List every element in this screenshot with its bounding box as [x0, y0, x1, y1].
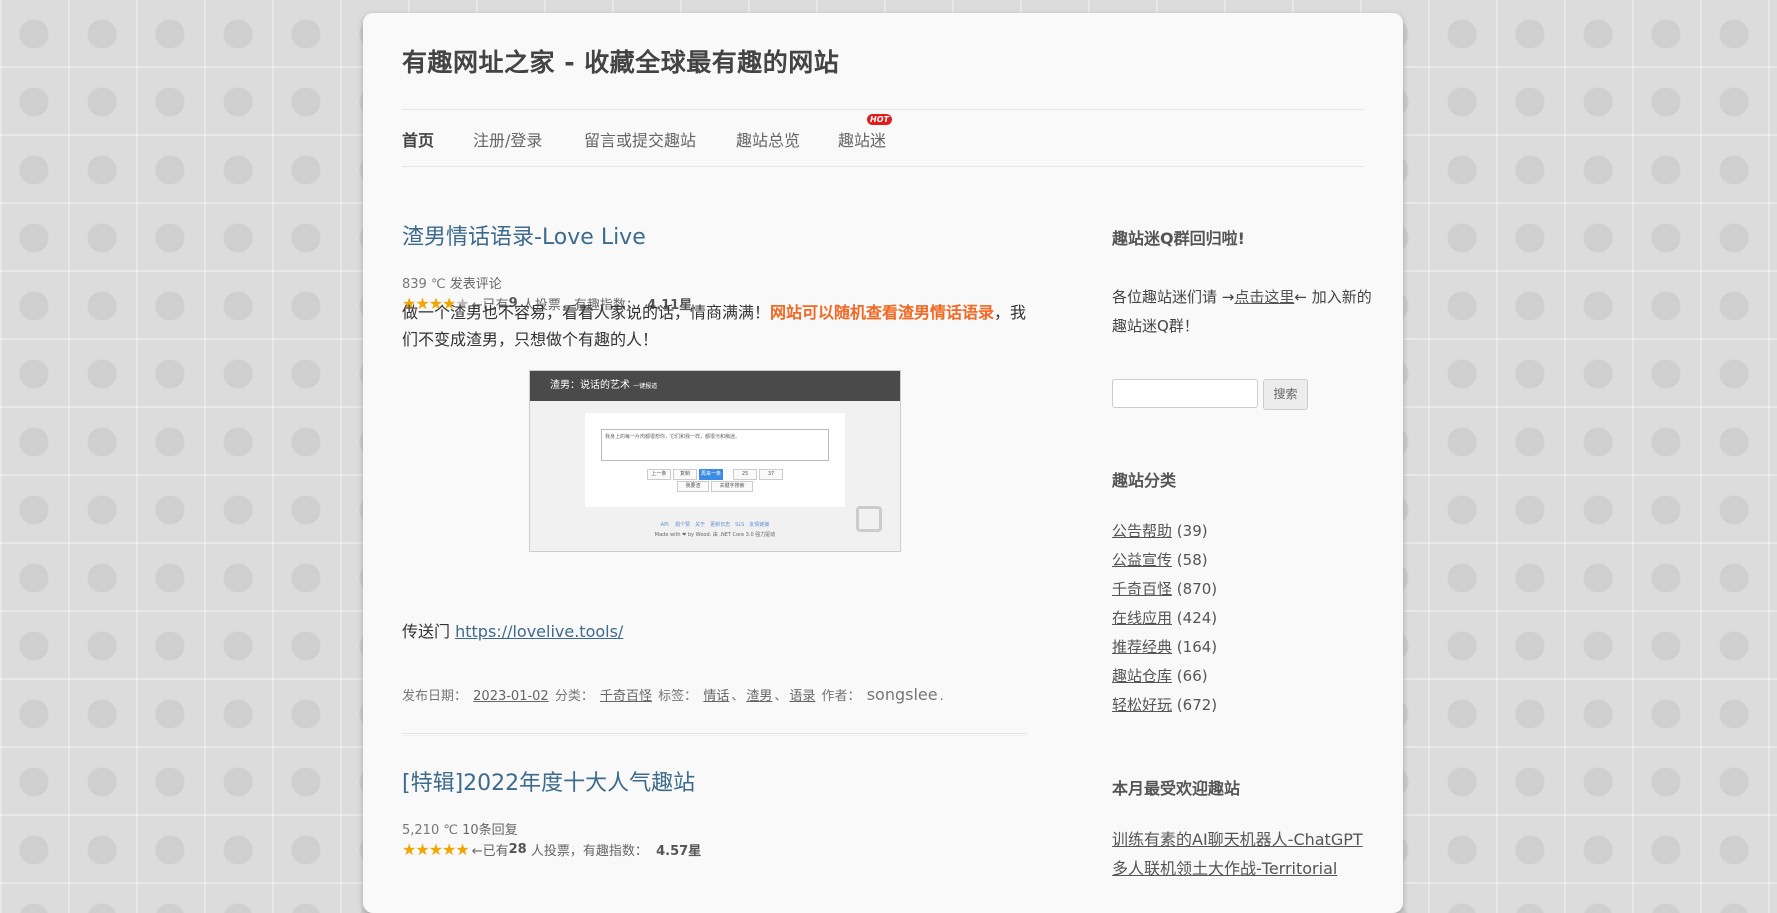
nav-item-submit[interactable]: 留言或提交趣站 [584, 127, 696, 151]
category-link[interactable]: 推荐经典 [1112, 638, 1172, 656]
votes-suffix: 人投票，有趣指数： [530, 844, 648, 859]
post-meta: 5,210 ℃ 10条回复 [402, 819, 518, 838]
list-item: 推荐经典 (164) [1112, 633, 1217, 662]
screenshot-header: 渣男：说话的艺术 一键报道 [530, 371, 900, 401]
popular-link[interactable]: 训练有素的AI聊天机器人-ChatGPT [1112, 830, 1363, 849]
search-input[interactable] [1112, 379, 1258, 408]
category-link[interactable]: 千奇百怪 [1112, 580, 1172, 598]
popular-list: 训练有素的AI聊天机器人-ChatGPT 多人联机领土大作战-Territori… [1112, 825, 1363, 883]
post-title[interactable]: [特辑]2022年度十大人气趣站 [402, 765, 695, 797]
portal-label: 传送门 [402, 622, 451, 641]
widget-title-popular: 本月最受欢迎趣站 [1112, 779, 1241, 798]
screenshot-zha-button: 我要渣 [677, 481, 709, 492]
excerpt-text: 做一个渣男也不容易，看看人家说的话，情商满满！ [402, 303, 771, 322]
screenshot-comment-button: 37 [759, 469, 783, 480]
category-count: (58) [1176, 551, 1208, 569]
page-container: 有趣网址之家 - 收藏全球最有趣的网站 首页 注册/登录 留言或提交趣站 趣站总… [363, 13, 1403, 913]
rating-stars[interactable]: ★★★★★ [402, 840, 470, 859]
excerpt-highlight: 网站可以随机查看渣男情话语录 [770, 303, 995, 322]
widget-title-categories: 趣站分类 [1112, 471, 1177, 490]
post-date-link[interactable]: 2023-01-02 [473, 689, 549, 704]
qgroup-text: 各位趣站迷们请 →点击这里← 加入新的趣站迷Q群！ [1112, 283, 1372, 341]
view-count: 5,210 ℃ [402, 823, 458, 838]
post-excerpt: 做一个渣男也不容易，看看人家说的话，情商满满！网站可以随机查看渣男情话语录，我们… [402, 299, 1027, 353]
category-count: (66) [1176, 667, 1208, 685]
author-label: 作者： [821, 689, 861, 704]
category-count: (672) [1176, 696, 1218, 714]
tag-link[interactable]: 情话 [703, 689, 729, 704]
score: 4.57星 [656, 844, 702, 859]
post-rating: ★★★★★ ←已有 28 人投票，有趣指数： 4.57星 [402, 840, 701, 859]
category-label: 分类： [554, 689, 594, 704]
list-item: 公益宣传 (58) [1112, 546, 1217, 575]
site-title[interactable]: 有趣网址之家 - 收藏全球最有趣的网站 [402, 43, 839, 79]
tag-link[interactable]: 语录 [789, 689, 815, 704]
post-footer: 发布日期： 2023-01-02 分类： 千奇百怪 标签： 情话、渣男、语录 作… [402, 685, 944, 704]
comment-link[interactable]: 10条回复 [462, 823, 518, 838]
view-count: 839 ℃ [402, 277, 446, 292]
search-button[interactable]: 搜索 [1263, 379, 1308, 410]
category-count: (39) [1176, 522, 1208, 540]
portal-link[interactable]: https://lovelive.tools/ [455, 622, 623, 641]
post-screenshot[interactable]: 渣男：说话的艺术 一键报道 我身上的每一片肉都很想你，它们和我一样，都很污和痴迷… [529, 370, 901, 552]
hot-badge: HOT [867, 114, 892, 125]
screenshot-footer-text: Made with ❤ by Wood. 由 .NET Core 3.0 强力驱… [654, 532, 776, 538]
nav-item-home[interactable]: 首页 [402, 127, 434, 151]
votes-count: 28 [508, 842, 527, 857]
tag-link[interactable]: 渣男 [746, 689, 772, 704]
category-link[interactable]: 在线应用 [1112, 609, 1172, 627]
nav-item-login[interactable]: 注册/登录 [473, 127, 542, 151]
author-link[interactable]: songslee [867, 685, 938, 704]
list-item: 趣站仓库 (66) [1112, 662, 1217, 691]
category-count: (424) [1176, 609, 1218, 627]
list-item: 训练有素的AI聊天机器人-ChatGPT [1112, 825, 1363, 854]
post-title[interactable]: 渣男情话语录-Love Live [402, 219, 646, 251]
list-item: 千奇百怪 (870) [1112, 575, 1217, 604]
list-item: 多人联机领土大作战-Territorial [1112, 854, 1363, 883]
category-count: (870) [1176, 580, 1218, 598]
post-category-link[interactable]: 千奇百怪 [600, 689, 652, 704]
tags-label: 标签： [658, 689, 698, 704]
screenshot-search-button: 关键字搜索 [711, 481, 753, 492]
screenshot-header-tag: 一键报道 [633, 383, 658, 390]
popular-link[interactable]: 多人联机领土大作战-Territorial [1112, 859, 1337, 878]
qgroup-text-a: 各位趣站迷们请 → [1112, 288, 1235, 306]
screenshot-next-button: 再来一条 [699, 469, 723, 480]
list-item: 轻松好玩 (672) [1112, 691, 1217, 720]
screenshot-card: 我身上的每一片肉都很想你，它们和我一样，都很污和痴迷。 上一条 复制 再来一条 … [585, 413, 845, 507]
screenshot-header-title: 渣男：说话的艺术 [550, 380, 630, 391]
category-count: (164) [1176, 638, 1218, 656]
category-link[interactable]: 公告帮助 [1112, 522, 1172, 540]
post-meta: 839 ℃ 发表评论 [402, 273, 502, 292]
category-link[interactable]: 公益宣传 [1112, 551, 1172, 569]
screenshot-footer-links: API 捐个赞 关于 更新日志 SLS 友情链接 [660, 522, 770, 528]
screenshot-prev-button: 上一条 [647, 469, 671, 480]
date-label: 发布日期： [402, 689, 468, 704]
category-link[interactable]: 轻松好玩 [1112, 696, 1172, 714]
post-divider [402, 733, 1027, 736]
screenshot-quote: 我身上的每一片肉都很想你，它们和我一样，都很污和痴迷。 [601, 429, 829, 461]
nav-item-overview[interactable]: 趣站总览 [736, 127, 800, 151]
comment-link[interactable]: 发表评论 [450, 277, 502, 292]
list-item: 公告帮助 (39) [1112, 517, 1217, 546]
category-link[interactable]: 趣站仓库 [1112, 667, 1172, 685]
portal-line: 传送门 https://lovelive.tools/ [402, 618, 623, 642]
qgroup-link[interactable]: 点击这里 [1234, 288, 1294, 306]
screenshot-like-button: 25 [733, 469, 757, 480]
nav-item-fans[interactable]: 趣站迷 [838, 127, 886, 151]
category-list: 公告帮助 (39) 公益宣传 (58) 千奇百怪 (870) 在线应用 (424… [1112, 517, 1217, 720]
widget-title-qgroup: 趣站迷Q群回归啦! [1112, 229, 1245, 248]
votes-prefix: ←已有 [471, 844, 509, 859]
list-item: 在线应用 (424) [1112, 604, 1217, 633]
screenshot-copy-button: 复制 [673, 469, 697, 480]
watermark-logo-icon [856, 506, 882, 532]
